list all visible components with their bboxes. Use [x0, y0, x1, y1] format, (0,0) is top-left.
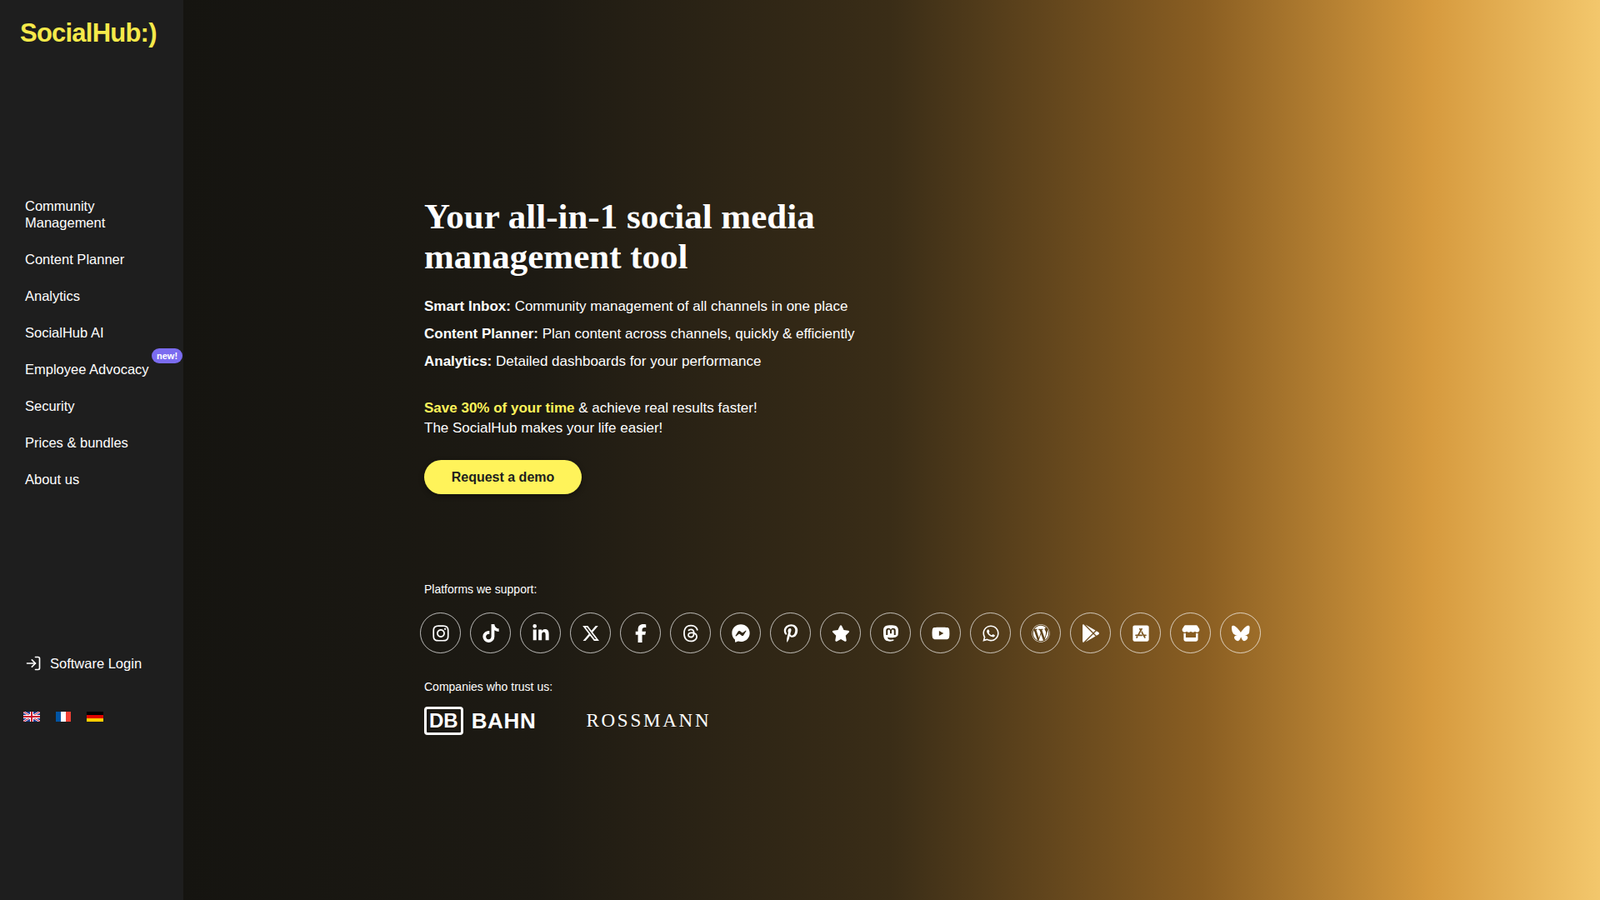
de-flag-icon[interactable] — [86, 711, 104, 722]
login-icon — [25, 655, 42, 672]
feature-item: Smart Inbox: Community management of all… — [424, 298, 1600, 315]
platform-badge[interactable] — [1020, 612, 1061, 654]
company-logos: DBBAHN ROSSMANN — [424, 706, 1600, 735]
bluesky-icon — [1231, 624, 1250, 643]
sidebar-item[interactable]: Analytics — [25, 287, 155, 305]
sidebar-item[interactable]: Security — [25, 397, 155, 415]
page: SocialHub:) Community Management Content P… — [0, 0, 1600, 900]
platform-badge[interactable] — [420, 612, 461, 654]
google-play-icon — [1081, 624, 1100, 643]
sidebar-item[interactable]: Employee Advocacynew! — [25, 360, 155, 378]
platform-badge[interactable] — [670, 612, 711, 654]
platform-badge[interactable] — [1220, 612, 1261, 654]
sidebar: SocialHub:) Community Management Content P… — [0, 0, 184, 900]
fr-flag-icon[interactable] — [55, 711, 72, 722]
tagline: Save 30% of your time & achieve real res… — [424, 398, 1600, 439]
facebook-icon — [631, 624, 650, 643]
tiktok-icon — [481, 624, 500, 643]
platform-badge[interactable] — [970, 612, 1011, 654]
software-login[interactable]: Software Login — [25, 655, 184, 672]
whatsapp-icon — [981, 624, 1000, 643]
platform-badge[interactable] — [870, 612, 911, 654]
hero-photo: Your all-in-1 social media management to… — [183, 0, 1600, 900]
sidebar-item[interactable]: About us — [25, 470, 155, 488]
platform-badge[interactable] — [720, 612, 761, 654]
hero-title: Your all-in-1 social media management to… — [424, 196, 816, 277]
sidebar-item[interactable]: Prices & bundles — [25, 434, 155, 451]
new-badge: new! — [151, 348, 183, 364]
wordpress-icon — [1031, 624, 1050, 643]
request-demo-button[interactable]: Request a demo — [424, 460, 582, 495]
sidebar-nav: Community Management Content Planner Analy… — [25, 197, 184, 488]
language-switcher — [23, 711, 184, 722]
platform-badge[interactable] — [1070, 612, 1111, 654]
threads-icon — [681, 624, 700, 643]
rossmann-logo: ROSSMANN — [585, 708, 711, 734]
platform-badge[interactable] — [570, 612, 611, 654]
platform-badge[interactable] — [520, 612, 561, 654]
feature-list: Smart Inbox: Community management of all… — [424, 298, 1600, 370]
platforms-label: Platforms we support: — [424, 580, 1600, 598]
x-icon — [581, 624, 600, 643]
platform-badge[interactable] — [470, 612, 511, 654]
feature-item: Analytics: Detailed dashboards for your … — [424, 353, 1600, 370]
store-icon — [1181, 624, 1200, 643]
platform-icons — [420, 612, 1600, 654]
sidebar-item[interactable]: SocialHub AI — [25, 324, 155, 341]
db-logo: DBBAHN — [424, 706, 536, 735]
platform-badge[interactable] — [1120, 612, 1161, 654]
feature-item: Content Planner: Plan content across cha… — [424, 325, 1600, 343]
sidebar-item[interactable]: Content Planner — [25, 250, 155, 268]
platform-badge[interactable] — [1170, 612, 1211, 654]
app-store-icon — [1131, 624, 1150, 643]
platform-badge[interactable] — [920, 612, 961, 654]
star-icon — [831, 624, 850, 643]
messenger-icon — [731, 624, 750, 643]
platform-badge[interactable] — [770, 612, 811, 654]
platform-badge[interactable] — [820, 612, 861, 654]
sidebar-item[interactable]: Community Management — [25, 197, 155, 231]
logo[interactable]: SocialHub:) — [20, 16, 184, 50]
platform-badge[interactable] — [620, 612, 661, 654]
mastodon-icon — [881, 624, 900, 643]
instagram-icon — [431, 624, 450, 643]
companies-label: Companies who trust us: — [424, 678, 1600, 695]
uk-flag-icon[interactable] — [23, 711, 40, 722]
linkedin-icon — [531, 624, 550, 643]
youtube-icon — [931, 624, 950, 643]
pinterest-icon — [781, 624, 800, 643]
